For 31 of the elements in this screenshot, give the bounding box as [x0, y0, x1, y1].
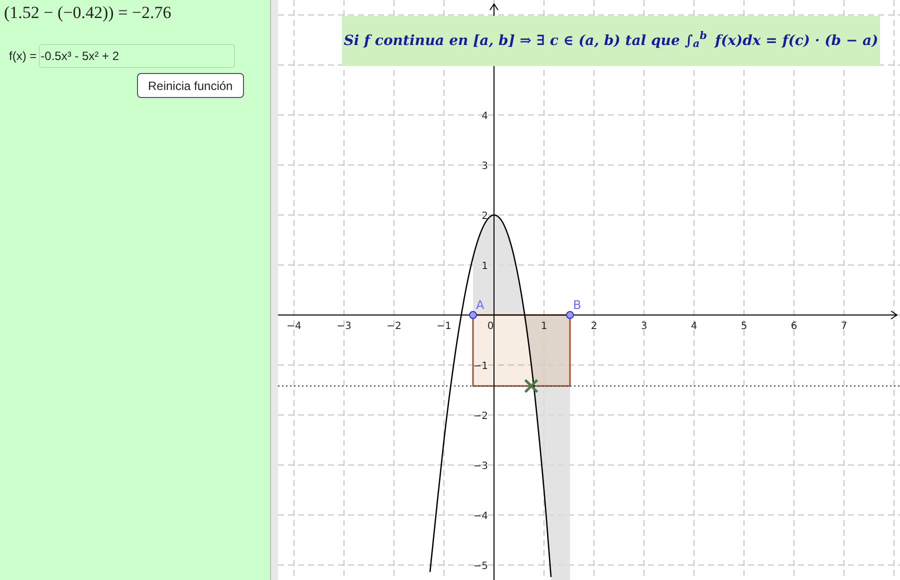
axis-tick-label: 6 [790, 321, 798, 332]
axis-tick-label: 1 [540, 321, 548, 332]
axis-tick-label: 2 [590, 321, 598, 332]
axis-tick-label: −4 [286, 321, 302, 332]
theorem-banner: Si f continua en [a, b] ⇒ ∃ c ∈ (a, b) tal que ∫$_{a}$$^{b}$ f(x)dx = f(c) · (b − a) [342, 16, 880, 66]
axis-tick-label: 3 [640, 321, 648, 332]
point-label: B [573, 298, 582, 312]
point-marker[interactable] [566, 311, 574, 319]
input-label: f(x) = [9, 48, 37, 65]
axis-tick-label: 0 [487, 321, 494, 332]
reset-button[interactable]: Reinicia función [137, 73, 244, 98]
cross-marker [524, 378, 538, 394]
result-formula: (1.52 − (−0.42)) = −2.76 [4, 2, 172, 24]
axis-tick-label: 2 [482, 211, 488, 222]
axis-tick-label: 7 [840, 321, 848, 332]
axis-tick-label: −3 [336, 321, 352, 332]
axis-tick-label: 3 [482, 161, 488, 172]
axis-tick-label: −3 [473, 461, 488, 472]
point-label: A [476, 298, 484, 312]
axis-tick-label: 1 [482, 261, 488, 272]
axis-tick-label: −4 [473, 511, 488, 522]
axis-tick-label: −1 [436, 321, 452, 332]
axis-tick-label: −2 [473, 411, 488, 422]
axis-tick-label: 4 [482, 111, 488, 122]
function-input[interactable]: -0.5x³ - 5x² + 2 [38, 44, 235, 68]
point-marker[interactable] [469, 311, 477, 319]
axis-tick-label: 5 [740, 321, 748, 332]
axis-tick-label: 4 [690, 321, 698, 332]
axis-tick-label: −2 [386, 321, 402, 332]
axis-tick-label: −5 [473, 561, 488, 572]
axis-tick-label: −1 [473, 361, 488, 372]
